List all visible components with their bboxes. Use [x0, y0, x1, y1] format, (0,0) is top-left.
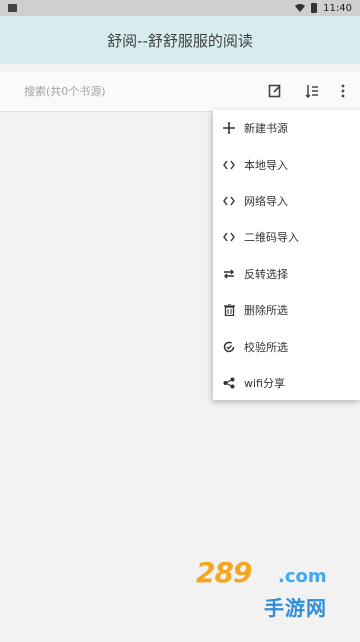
menu-item-label: 二维码导入: [244, 231, 299, 245]
menu-item-label: 网络导入: [244, 194, 288, 208]
menu-item-local-import[interactable]: 本地导入: [213, 146, 360, 182]
menu-item-qrcode-import[interactable]: 二维码导入: [213, 219, 360, 255]
watermark-domain: .com: [278, 566, 327, 587]
menu-item-delete-selected[interactable]: 删除所选: [213, 292, 360, 328]
check-cycle-icon: [222, 340, 236, 354]
menu-item-verify-selected[interactable]: 校验所选: [213, 328, 360, 364]
search-bar: [0, 72, 360, 112]
wifi-signal-icon: [295, 4, 306, 12]
menu-item-wifi-share[interactable]: wifi分享: [213, 365, 360, 401]
app-title: 舒阅--舒舒服服的阅读: [107, 31, 253, 50]
menu-item-new-source[interactable]: 新建书源: [213, 110, 360, 146]
edit-icon[interactable]: [266, 82, 284, 100]
watermark-subtitle: 手游网: [264, 596, 327, 620]
menu-item-label: 新建书源: [244, 122, 288, 136]
menu-item-invert-selection[interactable]: 反转选择: [213, 256, 360, 292]
menu-item-label: wifi分享: [244, 376, 285, 390]
app-bar: 舒阅--舒舒服服的阅读: [0, 16, 360, 64]
watermark-logo: 289 .com 手游网: [196, 556, 346, 626]
code-icon: [222, 230, 236, 244]
code-icon: [222, 158, 236, 172]
search-input[interactable]: [22, 84, 206, 99]
menu-item-network-import[interactable]: 网络导入: [213, 183, 360, 219]
plus-icon: [222, 121, 236, 135]
more-vertical-icon[interactable]: [334, 82, 352, 100]
menu-item-label: 反转选择: [244, 267, 288, 281]
code-icon: [222, 194, 236, 208]
status-time: 11:40: [323, 2, 352, 14]
menu-item-label: 校验所选: [244, 340, 288, 354]
trash-icon: [222, 303, 236, 317]
swap-icon: [222, 267, 236, 281]
battery-icon: [311, 3, 318, 13]
status-bar: 11:40: [0, 0, 360, 16]
sort-icon[interactable]: [303, 82, 321, 100]
sim-card-icon: [8, 4, 17, 12]
share-icon: [222, 376, 236, 390]
overflow-menu: 新建书源 本地导入 网络导入 二维码导入 反转选择 删除所选 校验所选 wifi…: [213, 110, 360, 400]
menu-item-label: 本地导入: [244, 158, 288, 172]
watermark-brand: 289: [196, 556, 252, 589]
menu-item-label: 删除所选: [244, 304, 288, 318]
